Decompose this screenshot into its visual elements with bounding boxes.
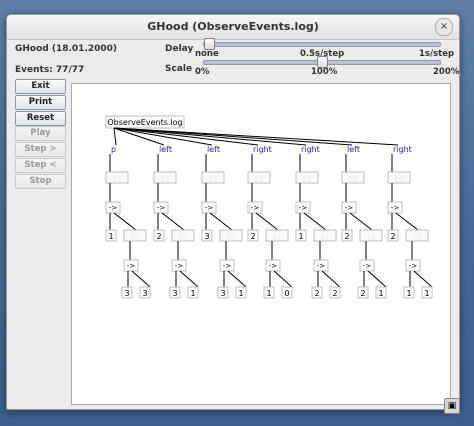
cons-node-label: (:) — [303, 175, 311, 183]
scale-tick-mid: 100% — [311, 67, 338, 77]
event-label: right — [393, 145, 412, 154]
scale-label: Scale — [165, 64, 193, 74]
arrow-node-label: -> — [205, 204, 214, 212]
value-node-label: 2 — [344, 232, 349, 241]
value-node-label: 3 — [220, 289, 225, 298]
cons-node-label: (:) — [255, 175, 263, 183]
cons-node-label: (:) — [349, 175, 357, 183]
arrow-right-edge — [255, 212, 279, 231]
value-node-label: 2 — [156, 232, 161, 241]
arrow-right-edge — [303, 212, 327, 231]
step-back-button[interactable]: Step < — [15, 158, 66, 173]
value-node-label: 1 — [238, 289, 243, 298]
bottom-right-edge — [131, 270, 151, 288]
event-label: left — [159, 145, 172, 154]
observation-graph: ObserveEvents.log p (:) -> 1 (:) -> 3 3 left (:) ->… — [105, 115, 433, 299]
title-bar[interactable]: GHood (ObserveEvents.log) × — [7, 15, 459, 40]
arrow-node-label: -> — [175, 262, 184, 270]
arrow-node-label: -> — [223, 262, 232, 270]
bottom-right-edge — [273, 270, 293, 288]
cons-node-label: (:) — [367, 233, 375, 241]
play-button[interactable]: Play — [15, 126, 66, 141]
value-node-label: 1 — [298, 232, 303, 241]
bottom-right-edge — [367, 270, 387, 288]
arrow-node-label: -> — [317, 262, 326, 270]
cons-node-label: (:) — [321, 233, 329, 241]
cons-node-label: (:) — [227, 233, 235, 241]
arrow-node-label: -> — [251, 204, 260, 212]
cons-node-label: (:) — [179, 233, 187, 241]
reset-button[interactable]: Reset — [15, 111, 66, 126]
bottom-right-edge — [227, 270, 247, 288]
observation-graph-canvas[interactable]: ObserveEvents.log p (:) -> 1 (:) -> 3 3 left (:) ->… — [71, 83, 451, 405]
arrow-right-edge — [209, 212, 233, 231]
cons-node-label: (:) — [113, 175, 121, 183]
events-counter: Events: 77/77 — [15, 65, 85, 75]
scale-tick-min: 0% — [195, 67, 210, 77]
value-node-label: 3 — [172, 289, 177, 298]
arrow-node-label: -> — [345, 204, 354, 212]
value-node-label: 1 — [108, 232, 113, 241]
ghood-window: GHood (ObserveEvents.log) × GHood (18.01… — [6, 14, 460, 410]
taskbar-app-icon[interactable]: ▣ — [444, 398, 460, 414]
event-label: right — [301, 145, 320, 154]
arrow-right-edge — [161, 212, 185, 231]
arrow-node-label: -> — [409, 262, 418, 270]
value-node-label: 1 — [378, 289, 383, 298]
cons-node-label: (:) — [161, 175, 169, 183]
cons-node-label: (:) — [209, 175, 217, 183]
delay-slider-track[interactable] — [203, 42, 441, 47]
value-node-label: 1 — [266, 289, 271, 298]
arrow-right-edge — [395, 212, 419, 231]
value-node-label: 2 — [360, 289, 365, 298]
arrow-node-label: -> — [157, 204, 166, 212]
arrow-node-label: -> — [391, 204, 400, 212]
close-icon[interactable]: × — [435, 18, 453, 36]
event-label: left — [347, 145, 360, 154]
root-edge — [113, 127, 117, 146]
value-node-label: 3 — [204, 232, 209, 241]
cons-node-label: (:) — [131, 233, 139, 241]
delay-label: Delay — [165, 44, 194, 54]
bottom-right-edge — [413, 270, 433, 288]
value-node-label: 1 — [424, 289, 429, 298]
value-node-label: 2 — [390, 232, 395, 241]
value-node-label: 2 — [314, 289, 319, 298]
window-title: GHood (ObserveEvents.log) — [147, 20, 319, 33]
arrow-right-edge — [113, 212, 137, 231]
bottom-right-edge — [179, 270, 199, 288]
value-node-label: 1 — [406, 289, 411, 298]
step-forward-button[interactable]: Step > — [15, 142, 66, 157]
delay-tick-max: 1s/step — [419, 49, 455, 59]
arrow-node-label: -> — [299, 204, 308, 212]
value-node-label: 2 — [250, 232, 255, 241]
delay-tick-min: none — [195, 49, 219, 59]
arrow-node-label: -> — [109, 204, 118, 212]
cons-node-label: (:) — [273, 233, 281, 241]
stop-button[interactable]: Stop — [15, 174, 66, 189]
value-node-label: 1 — [190, 289, 195, 298]
event-label: p — [111, 145, 116, 154]
print-button[interactable]: Print — [15, 95, 66, 110]
scale-tick-max: 200% — [433, 67, 460, 77]
exit-button[interactable]: Exit — [15, 79, 66, 94]
value-node-label: 3 — [142, 289, 147, 298]
event-label: left — [207, 145, 220, 154]
event-label: right — [253, 145, 272, 154]
arrow-node-label: -> — [363, 262, 372, 270]
arrow-node-label: -> — [269, 262, 278, 270]
cons-node-label: (:) — [395, 175, 403, 183]
version-label: GHood (18.01.2000) — [15, 44, 118, 54]
arrow-right-edge — [349, 212, 373, 231]
value-node-label: 0 — [284, 289, 289, 298]
bottom-right-edge — [321, 270, 341, 288]
arrow-node-label: -> — [127, 262, 136, 270]
value-node-label: 2 — [332, 289, 337, 298]
value-node-label: 3 — [124, 289, 129, 298]
cons-node-label: (:) — [413, 233, 421, 241]
root-node-label: ObserveEvents.log — [107, 118, 182, 127]
